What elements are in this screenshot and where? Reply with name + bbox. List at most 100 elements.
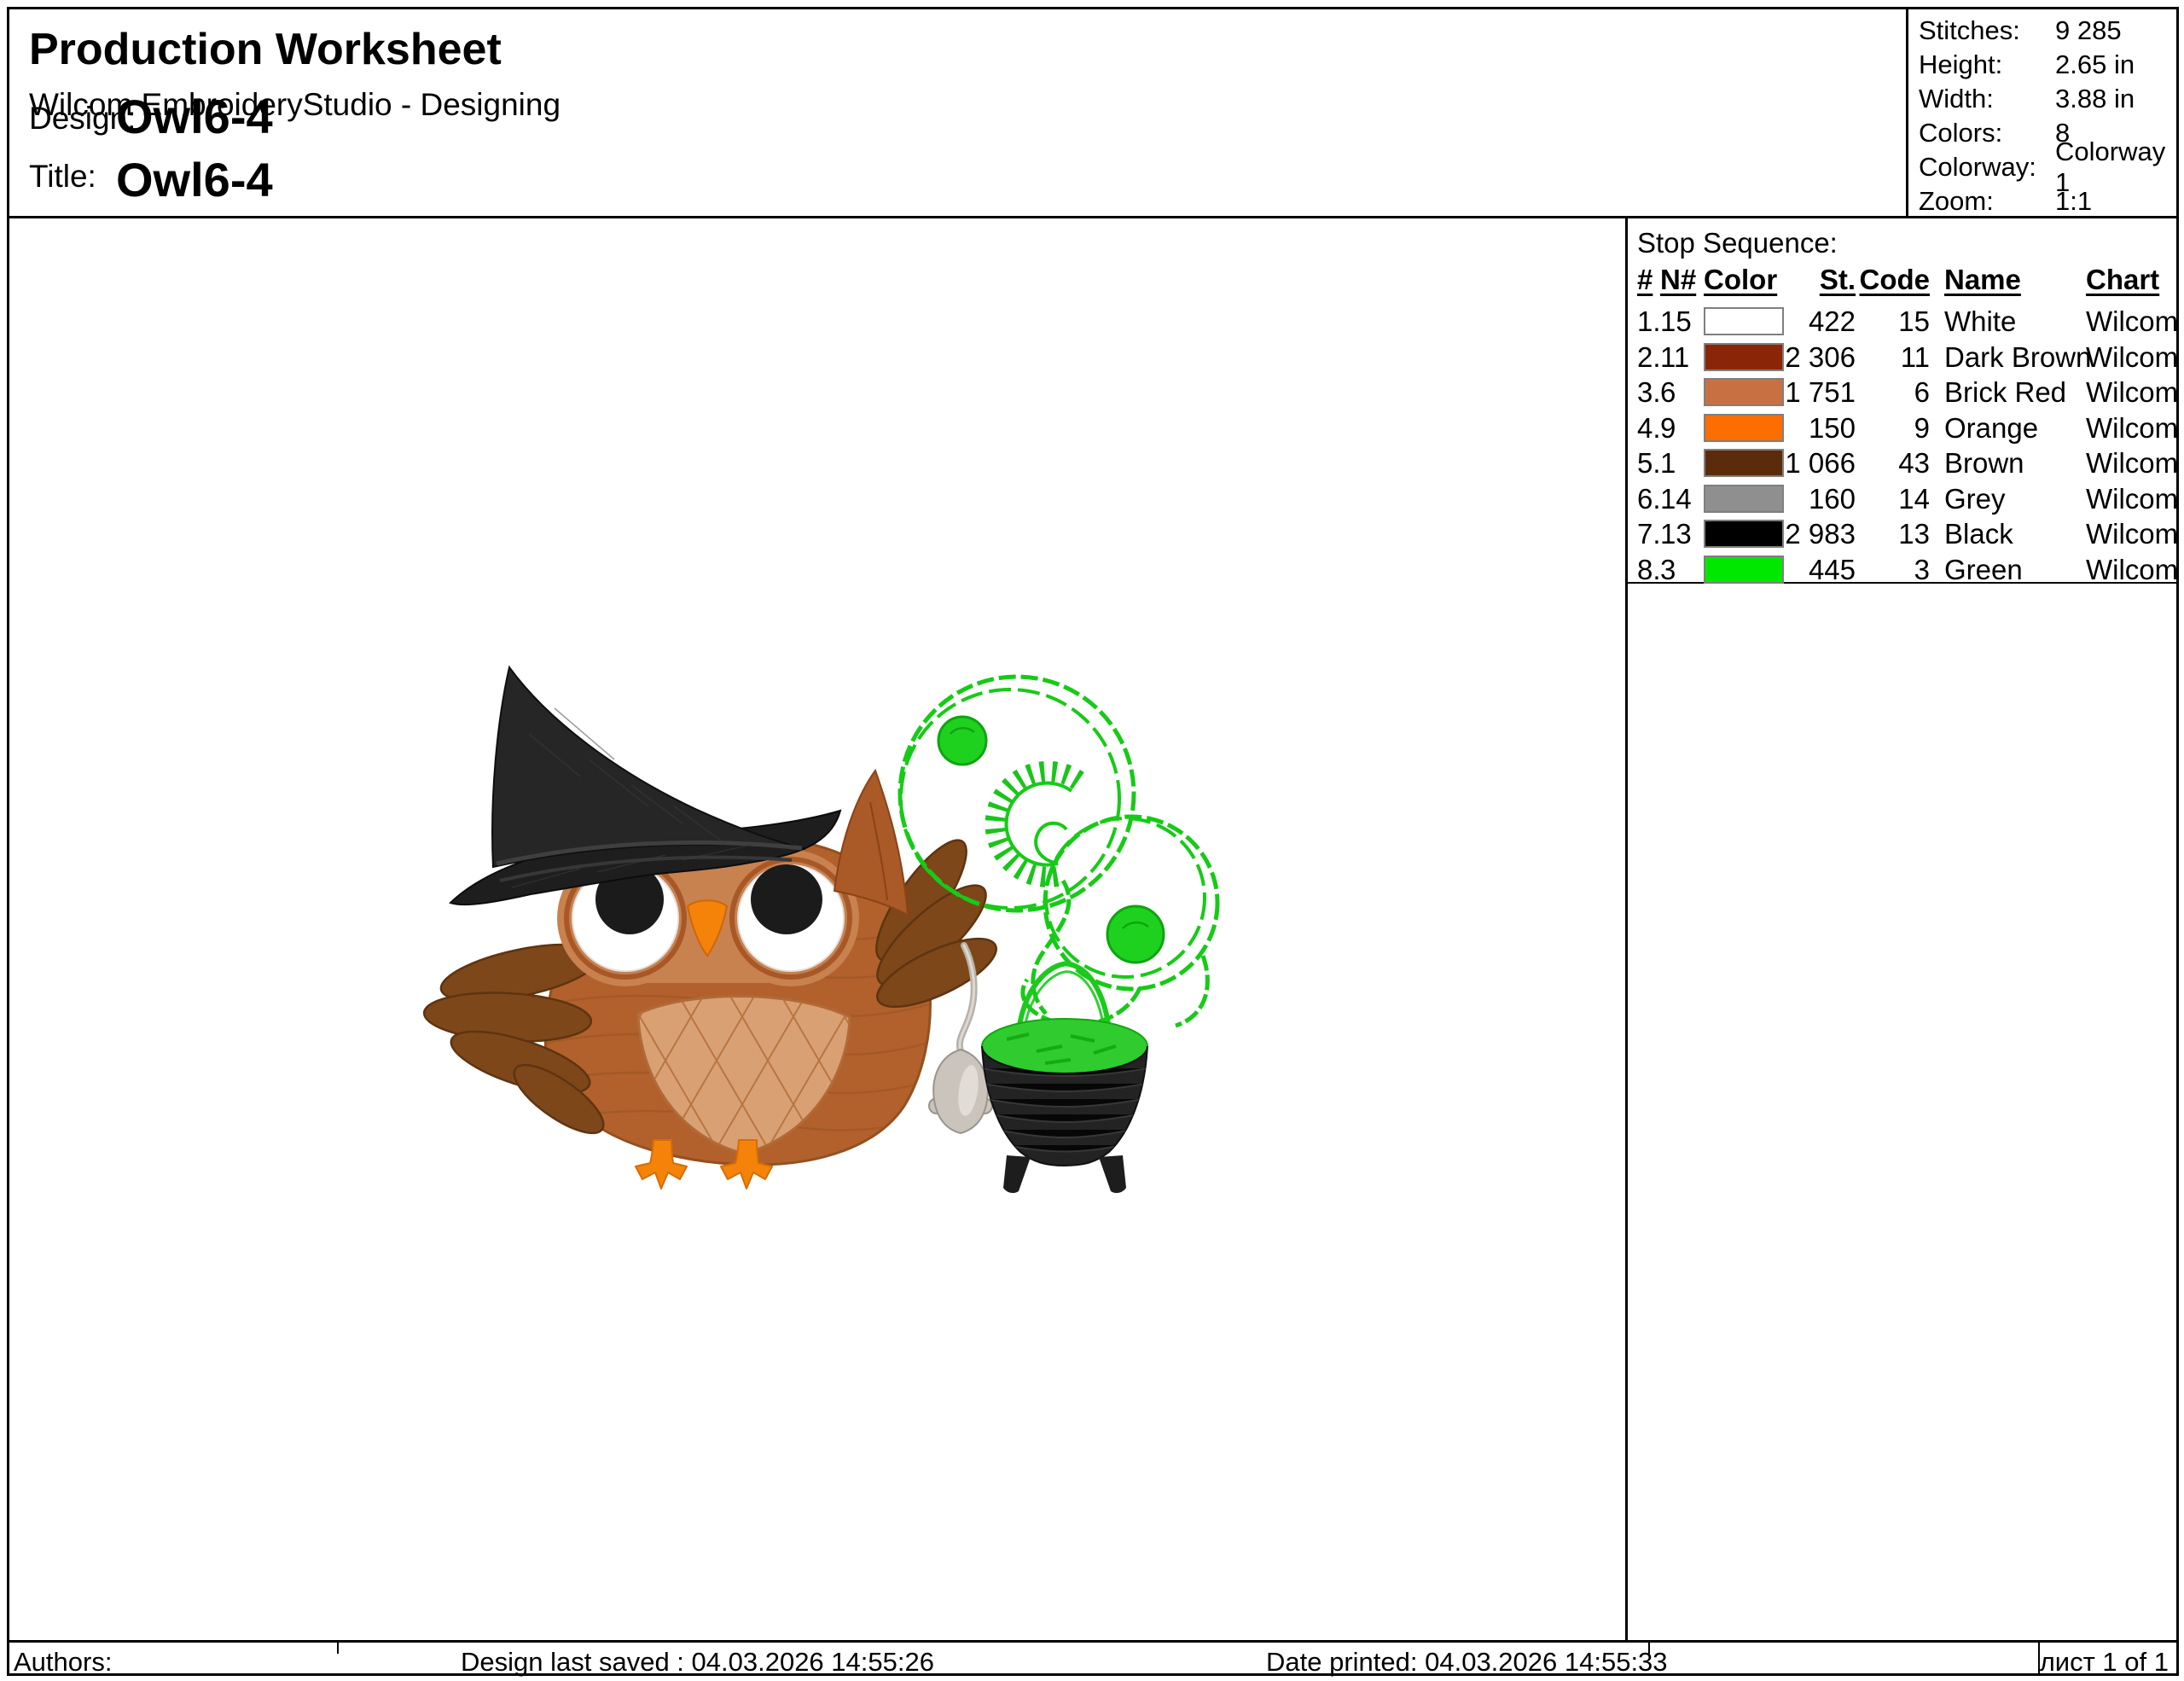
info-value: 9 285	[2055, 15, 2122, 46]
thread-chart: Wilcom	[2086, 376, 2178, 409]
footer-divider	[2038, 1643, 2040, 1676]
thread-index: 6.	[1637, 483, 1661, 515]
info-row: Width: 3.88 in	[1919, 82, 2179, 116]
thread-index: 7.	[1637, 518, 1661, 550]
footer-divider-tick	[337, 1643, 339, 1654]
thread-needle: 15	[1660, 305, 1692, 338]
cauldron	[981, 964, 1148, 1194]
thread-stitch-count: 160	[1756, 483, 1856, 515]
thread-stitch-count: 2 983	[1756, 518, 1856, 550]
thread-color-name: Orange	[1944, 412, 2038, 445]
thread-row: 4. 9 150 9 Orange Wilcom	[1628, 412, 2179, 448]
col-st: St.	[1756, 264, 1856, 296]
thread-row: 8. 3 445 3 Green Wilcom	[1628, 554, 2179, 590]
thread-needle: 11	[1660, 341, 1689, 374]
page-title: Production Worksheet	[29, 24, 502, 75]
title-name-value: Owl6-4	[116, 152, 273, 207]
thread-code: 14	[1846, 483, 1930, 515]
authors-label: Authors:	[14, 1647, 112, 1678]
cauldron-foot-right	[1099, 1155, 1126, 1193]
thread-row: 7. 13 2 983 13 Black Wilcom	[1628, 518, 2179, 554]
cauldron-foot-left	[1003, 1155, 1031, 1193]
thread-stitch-count: 1 066	[1756, 447, 1856, 480]
stop-sequence-box: Stop Sequence: # N# Color St. Code Name …	[1628, 218, 2179, 584]
stop-sequence-title: Stop Sequence:	[1637, 227, 1838, 259]
thread-needle: 1	[1660, 447, 1676, 480]
bubble-dot-top	[938, 717, 986, 765]
info-box-rows: Stitches: 9 285 Height: 2.65 in Width: 3…	[1919, 14, 2179, 218]
thread-chart: Wilcom	[2086, 305, 2178, 338]
thread-index: 2.	[1637, 341, 1661, 374]
thread-code: 15	[1846, 305, 1930, 338]
stop-sequence-rows: 1. 15 422 15 White Wilcom 2. 11 2 306 11…	[1628, 305, 2179, 589]
thread-chart: Wilcom	[2086, 447, 2178, 480]
production-worksheet-page: { "header": { "title": "Production Works…	[0, 0, 2184, 1681]
thread-row: 1. 15 422 15 White Wilcom	[1628, 305, 2179, 341]
last-saved-text: Design last saved : 04.03.2026 14:55:26	[461, 1647, 934, 1678]
thread-row: 2. 11 2 306 11 Dark Brown Wilcom	[1628, 341, 2179, 377]
thread-code: 9	[1846, 412, 1930, 445]
title-label: Title:	[29, 159, 96, 195]
thread-stitch-count: 445	[1756, 554, 1856, 586]
stop-sequence-panel: Stop Sequence: # N# Color St. Code Name …	[1625, 218, 2179, 1640]
thread-color-name: Brick Red	[1944, 376, 2066, 409]
embroidery-design-preview	[410, 631, 1228, 1229]
thread-color-name: Black	[1944, 518, 2013, 550]
thread-stitch-count: 422	[1756, 305, 1856, 338]
thread-chart: Wilcom	[2086, 341, 2178, 374]
thread-chart: Wilcom	[2086, 554, 2178, 586]
thread-color-name: Green	[1944, 554, 2023, 586]
thread-color-name: Grey	[1944, 483, 2006, 515]
col-name: Name	[1944, 264, 2021, 296]
col-hash: #	[1637, 264, 1653, 296]
info-label: Width:	[1919, 84, 2055, 114]
bubble-dot-bottom	[1107, 906, 1164, 963]
info-label: Colors:	[1919, 118, 2055, 148]
info-value: 2.65 in	[2055, 49, 2135, 80]
thread-color-name: White	[1944, 305, 2016, 338]
worksheet-header: Production Worksheet Wilcom EmbroiderySt…	[7, 7, 2179, 218]
thread-index: 4.	[1637, 412, 1661, 445]
col-n: N#	[1660, 264, 1696, 296]
thread-index: 3.	[1637, 376, 1661, 409]
thread-color-name: Dark Brown	[1944, 341, 2091, 374]
thread-needle: 13	[1660, 518, 1692, 550]
thread-row: 3. 6 1 751 6 Brick Red Wilcom	[1628, 376, 2179, 412]
design-name-value: Owl6-4	[116, 89, 273, 144]
thread-index: 1.	[1637, 305, 1661, 338]
thread-index: 5.	[1637, 447, 1661, 480]
thread-needle: 6	[1660, 376, 1676, 409]
thread-stitch-count: 1 751	[1756, 376, 1856, 409]
col-chart: Chart	[2086, 264, 2159, 296]
col-code: Code	[1846, 264, 1930, 296]
info-row: Height: 2.65 in	[1919, 48, 2179, 82]
thread-chart: Wilcom	[2086, 483, 2178, 515]
info-label: Zoom:	[1919, 186, 2055, 217]
owl-ear-tuft	[834, 771, 908, 915]
thread-needle: 9	[1660, 412, 1676, 445]
thread-code: 13	[1846, 518, 1930, 550]
thread-needle: 3	[1660, 554, 1676, 586]
thread-chart: Wilcom	[2086, 518, 2178, 550]
info-row: Stitches: 9 285	[1919, 14, 2179, 48]
info-value: 1:1	[2055, 186, 2092, 217]
thread-code: 3	[1846, 554, 1930, 586]
owl-pupil-right	[751, 864, 822, 934]
info-label: Height:	[1919, 49, 2055, 80]
thread-code: 11	[1846, 341, 1930, 374]
info-label: Colorway:	[1919, 152, 2055, 183]
thread-index: 8.	[1637, 554, 1661, 586]
thread-stitch-count: 150	[1756, 412, 1856, 445]
footer-divider-tick	[1648, 1643, 1650, 1654]
info-value: 3.88 in	[2055, 84, 2135, 114]
thread-chart: Wilcom	[2086, 412, 2178, 445]
thread-row: 5. 1 1 066 43 Brown Wilcom	[1628, 447, 2179, 483]
info-row: Colorway: Colorway 1	[1919, 150, 2179, 184]
hat-crown	[492, 667, 805, 867]
date-printed-text: Date printed: 04.03.2026 14:55:33	[1266, 1647, 1668, 1678]
worksheet-footer: Authors: Design last saved : 04.03.2026 …	[7, 1640, 2179, 1676]
thread-stitch-count: 2 306	[1756, 341, 1856, 374]
design-info-box: Stitches: 9 285 Height: 2.65 in Width: 3…	[1906, 7, 2179, 218]
thread-needle: 14	[1660, 483, 1692, 515]
thread-code: 6	[1846, 376, 1930, 409]
